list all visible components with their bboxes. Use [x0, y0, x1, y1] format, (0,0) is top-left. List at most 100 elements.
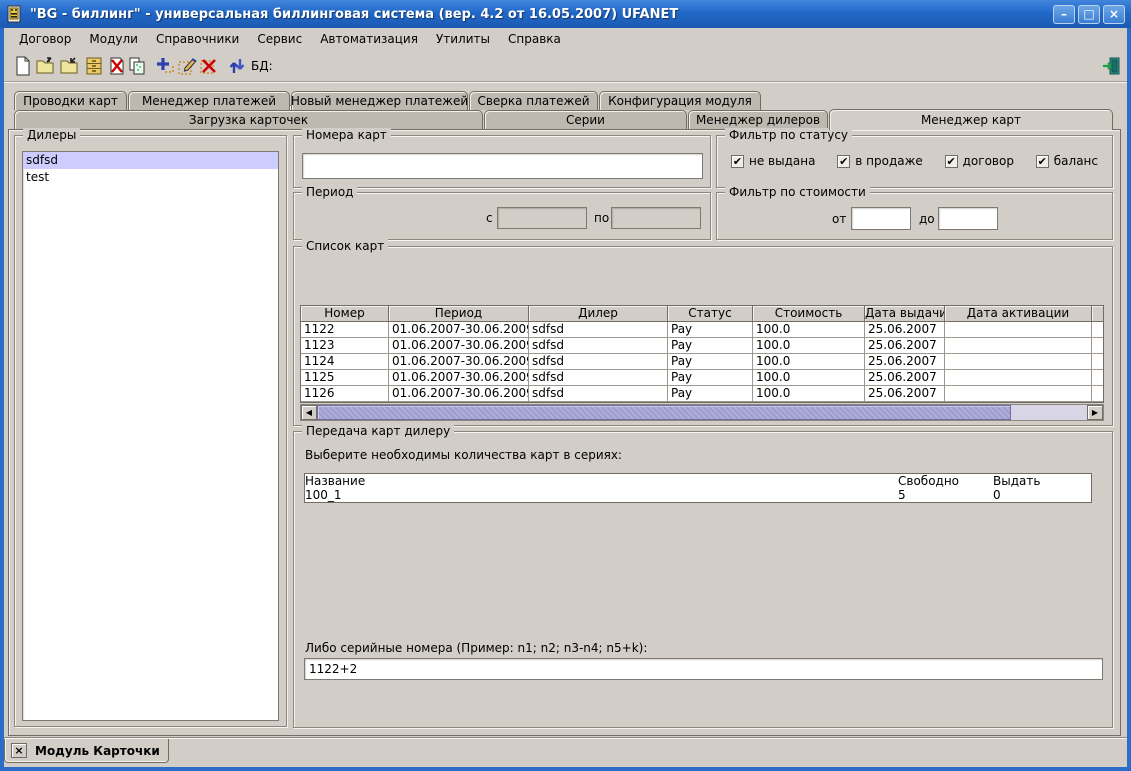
module-tab-kartochki[interactable]: × Модуль Карточки — [4, 739, 169, 763]
scrollbar-thumb[interactable] — [317, 405, 1011, 420]
checkbox-v-prodazhe[interactable]: ✔ в продаже — [837, 154, 923, 168]
tab-sverka-platezhey[interactable]: Сверка платежей — [469, 91, 598, 110]
table-row[interactable]: 1126 01.06.2007-30.06.2009 sdfsd Pay 100… — [301, 386, 1103, 402]
column-header[interactable]: Период — [389, 306, 529, 322]
checkbox-ne-vydana[interactable]: ✔ не выдана — [731, 154, 815, 168]
list-item[interactable]: test — [23, 169, 278, 186]
window-controls: – □ × — [1053, 5, 1125, 24]
checkbox-dogovor[interactable]: ✔ договор — [945, 154, 1014, 168]
table-row[interactable]: 1125 01.06.2007-30.06.2009 sdfsd Pay 100… — [301, 370, 1103, 386]
application-window: "BG - биллинг" - универсальная биллингов… — [0, 0, 1131, 771]
table-row[interactable]: 100_1 5 0 — [305, 488, 1091, 502]
dealers-group-title: Дилеры — [23, 128, 80, 142]
tab-konfiguratsiya-modulya[interactable]: Конфигурация модуля — [599, 91, 761, 110]
column-header[interactable]: Дата активации — [945, 306, 1092, 322]
table-row[interactable]: 1123 01.06.2007-30.06.2009 sdfsd Pay 100… — [301, 338, 1103, 354]
series-table-header: Название Свободно Выдать — [305, 474, 1091, 488]
dealers-list: sdfsd test — [22, 151, 279, 721]
menu-spravochniki[interactable]: Справочники — [147, 30, 248, 48]
tab-menedzher-kart[interactable]: Менеджер карт — [829, 109, 1113, 130]
new-document-icon[interactable] — [12, 55, 34, 77]
column-header[interactable]: Дилер — [529, 306, 668, 322]
menu-moduli[interactable]: Модули — [80, 30, 147, 48]
exit-icon[interactable] — [1100, 55, 1122, 77]
cell-cost: 100.0 — [753, 370, 865, 386]
period-group-title: Период — [302, 185, 357, 199]
checkbox-label: договор — [963, 154, 1014, 168]
cell-issue-date: 25.06.2007 — [865, 354, 945, 370]
tab-novyy-menedzher-platezhey[interactable]: Новый менеджер платежей — [291, 91, 468, 110]
cost-to-input[interactable] — [938, 207, 998, 230]
column-header[interactable]: Название — [305, 474, 898, 488]
open-folder-out-icon[interactable] — [59, 55, 81, 77]
window-border-right — [1127, 24, 1131, 771]
checkbox-check-icon: ✔ — [837, 155, 850, 168]
transfer-group-title: Передача карт дилеру — [302, 424, 454, 438]
period-from-input[interactable] — [497, 207, 587, 229]
cost-from-input[interactable] — [851, 207, 911, 230]
scroll-left-icon[interactable]: ◀ — [301, 405, 317, 420]
cell-number: 1125 — [301, 370, 389, 386]
checkbox-balans[interactable]: ✔ баланс — [1036, 154, 1098, 168]
cell-number: 1123 — [301, 338, 389, 354]
column-header[interactable]: Номер — [301, 306, 389, 322]
period-to-input[interactable] — [611, 207, 701, 229]
close-module-icon[interactable]: × — [11, 743, 27, 758]
menu-avtomatizatsiya[interactable]: Автоматизация — [311, 30, 427, 48]
table-row[interactable]: 1124 01.06.2007-30.06.2009 sdfsd Pay 100… — [301, 354, 1103, 370]
column-header[interactable]: Дата выдачи — [865, 306, 945, 322]
menu-dogovor[interactable]: Договор — [10, 30, 80, 48]
delete-document-icon[interactable] — [106, 55, 128, 77]
db-label: БД: — [251, 59, 273, 73]
list-item[interactable]: sdfsd — [23, 152, 278, 169]
edit-item-icon[interactable] — [176, 55, 198, 77]
cell-issue-date: 25.06.2007 — [865, 386, 945, 402]
column-header-filler — [1092, 306, 1103, 322]
checkbox-check-icon: ✔ — [1036, 155, 1049, 168]
remove-item-icon[interactable] — [197, 55, 219, 77]
card-numbers-title: Номера карт — [302, 128, 391, 142]
menu-spravka[interactable]: Справка — [499, 30, 570, 48]
tab-menedzher-dilerov[interactable]: Менеджер дилеров — [688, 110, 828, 129]
table-row[interactable]: 1122 01.06.2007-30.06.2009 sdfsd Pay 100… — [301, 322, 1103, 338]
cell-filler — [1092, 338, 1103, 354]
scroll-right-icon[interactable]: ▶ — [1087, 405, 1103, 420]
card-numbers-input[interactable] — [302, 153, 703, 179]
add-item-icon[interactable] — [154, 55, 176, 77]
checkbox-check-icon: ✔ — [945, 155, 958, 168]
copy-document-icon[interactable] — [126, 55, 148, 77]
close-button[interactable]: × — [1103, 5, 1125, 24]
cards-table: Номер Период Дилер Статус Стоимость Дата… — [300, 305, 1104, 403]
tab-menedzher-platezhey[interactable]: Менеджер платежей — [128, 91, 290, 110]
menu-utility[interactable]: Утилиты — [427, 30, 499, 48]
transfer-instruction: Выберите необходимы количества карт в се… — [305, 448, 622, 462]
refresh-icon[interactable] — [226, 55, 248, 77]
cell-activation-date — [945, 354, 1092, 370]
tab-zagruzka-kartochek[interactable]: Загрузка карточек — [14, 110, 483, 129]
cell-status: Pay — [668, 386, 753, 402]
column-header[interactable]: Стоимость — [753, 306, 865, 322]
scrollbar-track[interactable] — [1011, 405, 1087, 420]
menu-servis[interactable]: Сервис — [248, 30, 311, 48]
tab-serii[interactable]: Серии — [484, 110, 687, 129]
cell-series-name: 100_1 — [305, 488, 898, 502]
table-horizontal-scrollbar: ◀ ▶ — [300, 404, 1104, 421]
serial-numbers-label: Либо серийные номера (Пример: n1; n2; n3… — [305, 641, 647, 655]
tab-provodki-kart[interactable]: Проводки карт — [14, 91, 127, 110]
cell-period: 01.06.2007-30.06.2009 — [389, 370, 529, 386]
window-border-bottom — [0, 767, 1131, 771]
column-header[interactable]: Выдать — [993, 474, 1091, 488]
serial-numbers-input[interactable] — [304, 658, 1103, 680]
cell-period: 01.06.2007-30.06.2009 — [389, 322, 529, 338]
open-folder-in-icon[interactable] — [35, 55, 57, 77]
cell-activation-date — [945, 338, 1092, 354]
checkbox-label: в продаже — [855, 154, 923, 168]
column-header[interactable]: Статус — [668, 306, 753, 322]
cell-dealer: sdfsd — [529, 386, 668, 402]
maximize-button[interactable]: □ — [1078, 5, 1100, 24]
module-tab-label: Модуль Карточки — [35, 744, 160, 758]
status-filter-title: Фильтр по статусу — [725, 128, 852, 142]
minimize-button[interactable]: – — [1053, 5, 1075, 24]
column-header[interactable]: Свободно — [898, 474, 993, 488]
card-storage-icon[interactable] — [83, 55, 105, 77]
